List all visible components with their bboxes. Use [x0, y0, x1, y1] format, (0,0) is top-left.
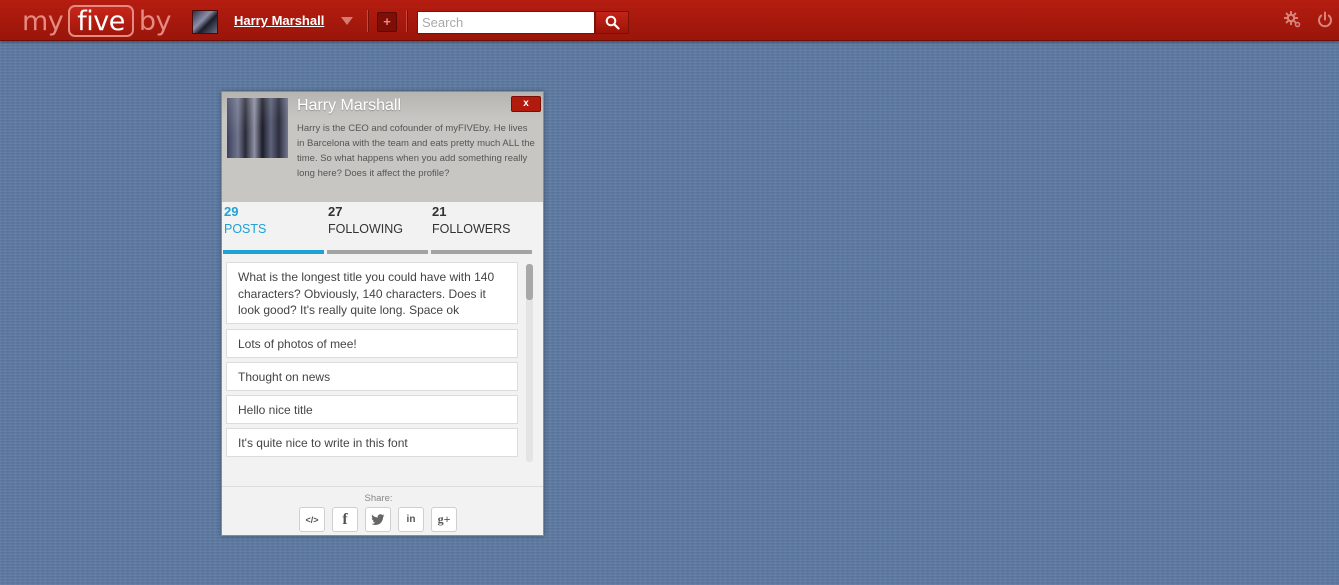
post-item[interactable]: Lots of photos of mee! — [226, 329, 518, 358]
divider — [222, 486, 543, 487]
divider — [406, 10, 407, 32]
linkedin-icon: in — [406, 514, 416, 525]
tab-posts[interactable]: 29 POSTS — [222, 202, 324, 254]
facebook-icon: f — [342, 510, 348, 528]
tab-followers[interactable]: 21 FOLLOWERS — [430, 202, 532, 254]
logo-by: by — [138, 5, 172, 37]
posts-label: POSTS — [224, 222, 267, 236]
followers-count: 21 — [432, 204, 447, 219]
search-button[interactable] — [595, 11, 629, 34]
post-item[interactable]: Hello nice title — [226, 395, 518, 424]
google-plus-icon: g+ — [437, 512, 451, 526]
settings-gear-icon[interactable] — [1284, 11, 1302, 29]
scrollbar-thumb[interactable] — [526, 264, 533, 300]
embed-button[interactable]: </> — [299, 507, 325, 532]
followers-label: FOLLOWERS — [432, 222, 511, 236]
following-count: 27 — [328, 204, 343, 219]
power-icon[interactable] — [1316, 11, 1334, 29]
tab-indicator — [431, 250, 532, 254]
post-list-scrollbar[interactable] — [526, 264, 533, 462]
twitter-share-button[interactable] — [365, 507, 391, 532]
profile-name: Harry Marshall — [297, 97, 402, 114]
profile-stats: 29 POSTS 27 FOLLOWING 21 FOLLOWERS — [222, 202, 543, 254]
facebook-share-button[interactable]: f — [332, 507, 358, 532]
close-button[interactable]: x — [511, 96, 541, 112]
following-label: FOLLOWING — [328, 222, 404, 236]
post-item[interactable]: What is the longest title you could have… — [226, 262, 518, 324]
user-avatar[interactable] — [192, 10, 218, 34]
user-name-link[interactable]: Harry Marshall — [234, 13, 324, 28]
tab-indicator — [223, 250, 324, 254]
profile-bio: Harry is the CEO and cofounder of myFIVE… — [297, 123, 535, 179]
share-label: Share: — [364, 493, 393, 504]
post-item[interactable]: Thought on news — [226, 362, 518, 391]
post-list: What is the longest title you could have… — [226, 262, 518, 462]
profile-avatar — [227, 98, 288, 158]
search-icon — [605, 15, 620, 30]
search-input[interactable] — [417, 11, 595, 34]
profile-header: Harry Marshall x Harry is the CEO and co… — [222, 92, 543, 202]
embed-icon: </> — [305, 514, 319, 525]
tab-indicator — [327, 250, 428, 254]
google-plus-share-button[interactable]: g+ — [431, 507, 457, 532]
top-bar: my five by Harry Marshall + — [0, 0, 1339, 41]
logo-five: five — [68, 5, 134, 37]
tab-following[interactable]: 27 FOLLOWING — [326, 202, 428, 254]
profile-card: Harry Marshall x Harry is the CEO and co… — [221, 91, 544, 536]
logo[interactable]: my five by — [22, 4, 172, 38]
logo-my: my — [22, 5, 64, 37]
chevron-down-icon[interactable] — [341, 17, 353, 25]
divider — [367, 10, 368, 32]
add-post-button[interactable]: + — [377, 12, 397, 32]
post-item[interactable]: It's quite nice to write in this font — [226, 428, 518, 457]
posts-count: 29 — [224, 204, 239, 219]
twitter-icon — [371, 513, 385, 525]
linkedin-share-button[interactable]: in — [398, 507, 424, 532]
